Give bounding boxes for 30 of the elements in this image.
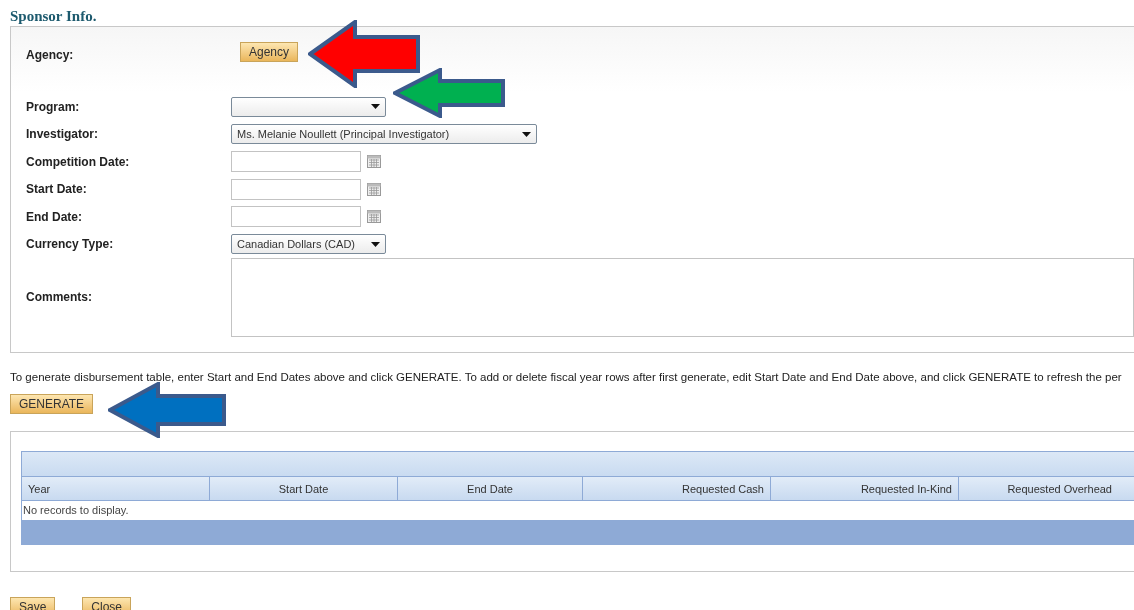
dropdown[interactable]: Canadian Dollars (CAD) [231, 234, 386, 255]
field-label: Currency Type: [26, 236, 115, 254]
dropdown-arrow-icon[interactable] [371, 241, 380, 247]
column-header[interactable]: Requested In-Kind [770, 477, 958, 501]
column-header[interactable]: Year [22, 477, 209, 501]
calendar-icon[interactable] [367, 182, 381, 196]
dropdown[interactable]: Ms. Melanie Noullett (Principal Investigator) [231, 124, 537, 145]
section-title: Sponsor Info. [10, 7, 98, 26]
field-label: Program: [26, 98, 81, 116]
date-input[interactable] [231, 206, 361, 228]
field-label: Competition Date: [26, 153, 131, 171]
calendar-icon[interactable] [367, 155, 381, 169]
column-header[interactable]: Start Date [209, 477, 397, 501]
column-header[interactable]: Requested Overhead [958, 477, 1118, 501]
field-label: End Date: [26, 208, 83, 226]
dropdown-arrow-icon[interactable] [522, 131, 531, 137]
column-header[interactable]: Requested Cash [582, 477, 770, 501]
comments-textarea[interactable] [231, 257, 1134, 337]
field-label: Comments: [26, 289, 93, 307]
agency-button[interactable]: Agency [240, 42, 299, 62]
date-input[interactable] [231, 151, 361, 173]
field-label: Agency: [26, 47, 75, 64]
field-label: Start Date: [26, 181, 88, 199]
field-label: Investigator: [26, 126, 99, 144]
column-header[interactable]: End Date [397, 477, 582, 501]
generate-button[interactable]: GENERATE [10, 394, 94, 415]
calendar-icon[interactable] [367, 210, 381, 224]
instructions-text: To generate disbursement table, enter Start and End Dates above and click GENERATE. To add or delete fiscal year rows after first generate, edit Start Date and End Date above, and click GENERATE to refresh the per [10, 370, 1123, 385]
date-input[interactable] [231, 178, 361, 200]
dropdown-arrow-icon[interactable] [371, 104, 380, 110]
